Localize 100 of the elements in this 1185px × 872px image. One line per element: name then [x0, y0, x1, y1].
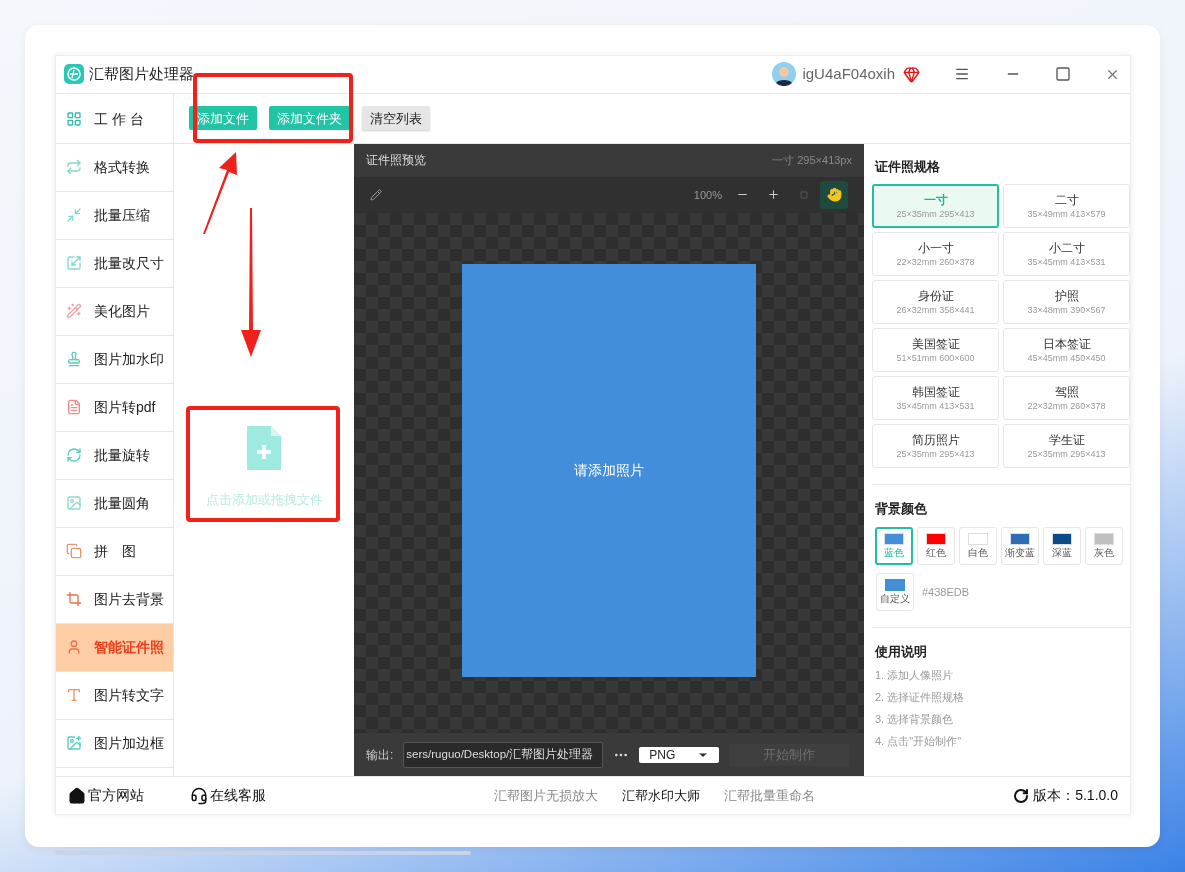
spec-dims: 35×45mm 413×531	[1027, 256, 1106, 269]
instruction-step: 2. 选择证件照规格	[875, 689, 1130, 707]
crop-icon	[66, 591, 82, 608]
sidebar-label: 格式转换	[94, 157, 150, 177]
product-link[interactable]: 汇帮图片无损放大	[494, 785, 598, 806]
color-option[interactable]: 白色	[959, 526, 997, 565]
version-text: 版本：5.1.0.0	[1033, 786, 1118, 806]
refresh-icon[interactable]	[1013, 787, 1030, 804]
sidebar-label: 图片加水印	[94, 349, 164, 369]
footer-link[interactable]: 在线客服	[190, 785, 266, 807]
user-name[interactable]: igU4aF04oxih	[802, 63, 895, 86]
image-icon	[66, 735, 82, 752]
product-link[interactable]: 汇帮批量重命名	[724, 785, 815, 806]
maximize-icon[interactable]	[1055, 66, 1071, 83]
instruction-step: 3. 选择背景颜色	[875, 711, 1130, 729]
sidebar-item[interactable]: 图片去背景	[56, 575, 173, 624]
copy-icon	[66, 543, 82, 560]
document-icon	[66, 399, 82, 416]
sidebar-item[interactable]: 拼 图	[56, 527, 173, 576]
spec-card[interactable]: 小二寸 35×45mm 413×531	[1003, 232, 1130, 277]
spec-dims: 22×32mm 260×378	[1027, 400, 1106, 413]
toolbar-button[interactable]: 清空列表	[362, 106, 430, 131]
spec-dims: 35×49mm 413×579	[1027, 208, 1106, 221]
pencil-icon[interactable]	[370, 188, 382, 201]
zoom-level: 100%	[693, 187, 722, 203]
spec-name: 韩国签证	[911, 384, 960, 401]
color-option[interactable]: 渐变蓝	[1001, 526, 1039, 565]
spec-card[interactable]: 身份证 26×32mm 358×441	[872, 280, 999, 325]
sidebar-item[interactable]: 批量旋转	[56, 431, 173, 480]
hand-icon	[826, 187, 842, 203]
spec-card[interactable]: 日本签证 45×45mm 450×450	[1003, 328, 1130, 373]
spec-dims: 25×35mm 295×413	[896, 208, 975, 221]
color-option[interactable]: 深蓝	[1043, 526, 1081, 565]
refresh-icon	[66, 447, 82, 464]
color-option[interactable]: 灰色	[1085, 526, 1123, 565]
footer-link-label: 在线客服	[210, 786, 266, 806]
sidebar-item[interactable]: 批量圆角	[56, 479, 173, 528]
wand-icon	[66, 303, 82, 320]
spec-card[interactable]: 小一寸 22×32mm 260×378	[872, 232, 999, 277]
footer-link[interactable]: 官方网站	[68, 785, 144, 807]
spec-card[interactable]: 护照 33×48mm 390×567	[1003, 280, 1130, 325]
sidebar-label: 工 作 台	[94, 109, 144, 129]
sidebar-item[interactable]: 美化图片	[56, 287, 173, 336]
placeholder-text: 请添加照片	[574, 460, 644, 480]
instruction-step: 1. 添加人像照片	[875, 667, 1130, 685]
image-icon	[66, 495, 82, 512]
spec-name: 小一寸	[917, 240, 954, 257]
spec-name: 一寸	[923, 192, 948, 209]
sidebar-item[interactable]: 工 作 台	[56, 95, 173, 144]
spec-dims: 51×51mm 600×600	[896, 352, 975, 365]
hand-tool-button[interactable]	[820, 180, 848, 209]
product-link[interactable]: 汇帮水印大师	[622, 785, 700, 806]
color-label: 白色	[968, 547, 988, 559]
custom-color-option[interactable]: 自定义	[876, 572, 914, 611]
sidebar-item[interactable]: 图片转pdf	[56, 383, 173, 432]
sidebar-item[interactable]: 批量改尺寸	[56, 239, 173, 288]
sidebar-item[interactable]: 图片加水印	[56, 335, 173, 384]
sidebar-item[interactable]: 批量压缩	[56, 191, 173, 240]
compress-icon	[66, 207, 82, 224]
sidebar-label: 图片转pdf	[94, 397, 156, 417]
spec-dims: 35×45mm 413×531	[896, 400, 975, 413]
spec-name: 小二寸	[1048, 240, 1085, 257]
sidebar-item[interactable]: 格式转换	[56, 143, 173, 192]
spec-card[interactable]: 韩国签证 35×45mm 413×531	[872, 376, 999, 421]
sidebar-label: 智能证件照	[94, 637, 164, 657]
spec-dims: 26×32mm 358×441	[896, 304, 975, 317]
sidebar-label: 拼 图	[94, 541, 136, 561]
spec-card[interactable]: 学生证 25×35mm 295×413	[1003, 424, 1130, 469]
format-select[interactable]: PNG	[639, 746, 720, 763]
spec-card[interactable]: 美国签证 51×51mm 600×600	[872, 328, 999, 373]
footer-link-label: 官方网站	[88, 786, 144, 806]
sidebar-label: 批量旋转	[94, 445, 150, 465]
section-title: 背景颜色	[874, 500, 928, 519]
zoom-in-icon[interactable]	[767, 188, 780, 202]
sidebar-label: 批量压缩	[94, 205, 150, 225]
spec-card[interactable]: 驾照 22×32mm 260×378	[1003, 376, 1130, 421]
color-option[interactable]: 红色	[917, 526, 955, 565]
stamp-icon	[66, 351, 82, 368]
sidebar-label: 图片转文字	[94, 685, 164, 705]
output-path-field[interactable]: sers/ruguo/Desktop/汇帮图片处理器	[403, 741, 604, 768]
instruction-step: 4. 点击"开始制作"	[875, 733, 1130, 751]
color-label: 灰色	[1094, 547, 1114, 559]
window-title: 汇帮图片处理器	[89, 64, 194, 85]
spec-name: 美国签证	[911, 336, 960, 353]
spec-dims: 25×35mm 295×413	[896, 448, 975, 461]
sidebar-label: 图片加边框	[94, 733, 164, 753]
app-logo-icon	[64, 64, 84, 85]
vip-gem-icon[interactable]	[903, 65, 920, 83]
person-icon	[66, 639, 82, 656]
sidebar-item[interactable]: 图片转文字	[56, 671, 173, 720]
resize-icon	[66, 255, 82, 272]
spec-card[interactable]: 简历照片 25×35mm 295×413	[872, 424, 999, 469]
sidebar-label: 批量改尺寸	[94, 253, 164, 273]
spec-card[interactable]: 二寸 35×49mm 413×579	[1003, 184, 1130, 229]
sidebar-label: 批量圆角	[94, 493, 150, 513]
sidebar-item[interactable]: 图片加边框	[56, 719, 173, 768]
format-value: PNG	[649, 746, 676, 764]
color-label: 深蓝	[1052, 547, 1072, 559]
spec-name: 驾照	[1054, 384, 1079, 401]
spec-dims: 33×48mm 390×567	[1027, 304, 1106, 317]
